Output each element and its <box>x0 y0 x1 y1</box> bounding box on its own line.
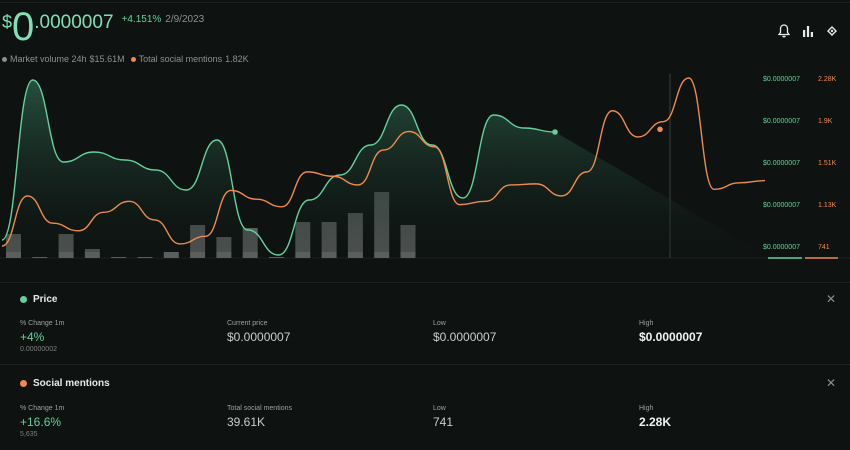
currency-symbol: $ <box>2 12 13 32</box>
top-divider <box>0 2 850 3</box>
price-social-chart[interactable]: $0.0000007 $0.0000007 $0.0000007 $0.0000007… <box>0 70 850 270</box>
volume-bar <box>32 257 48 258</box>
legend-dot-social <box>130 57 136 63</box>
stat-social-low: Low 741 <box>433 405 454 429</box>
right-tick-label: 1.51K <box>818 160 837 167</box>
legend-dot-volume <box>2 57 7 63</box>
stat-current-price: Current price $0.0000007 <box>227 320 291 344</box>
price-area <box>2 80 760 255</box>
right-tick-label: 1.9K <box>818 118 833 125</box>
toolbar-icons <box>777 24 838 38</box>
price-date: 2/9/2023 <box>165 14 205 25</box>
social-dot-icon <box>20 380 27 387</box>
volume-bar <box>137 257 153 258</box>
legend-social-mentions: Total social mentions 1.82K <box>130 54 249 64</box>
left-tick-label: $0.0000007 <box>763 160 800 167</box>
legend-market-volume: Market volume 24h $15.61M <box>2 54 125 64</box>
stat-social-high: High 2.28K <box>639 405 672 429</box>
volume-bar <box>111 257 127 258</box>
right-tick-label: 741 <box>818 244 830 251</box>
price-change: +4.151% <box>121 14 162 25</box>
price-marker <box>552 129 558 135</box>
price-decimals: .0000007 <box>34 12 114 33</box>
stat-social-change: % Change 1m +16.6% 5,635 <box>20 405 65 438</box>
price-whole: 0 <box>12 5 35 49</box>
right-axis-ticks: 2.28K 1.9K 1.51K 1.13K 741 <box>818 76 837 251</box>
price-dot-icon <box>20 296 27 303</box>
stat-total-mentions: Total social mentions 39.61K <box>227 405 292 429</box>
price-panel: Price ✕ % Change 1m +4% 0.00000002 Curre… <box>0 282 850 364</box>
volume-bar <box>269 257 284 258</box>
left-tick-label: $0.0000007 <box>763 118 800 125</box>
share-icon[interactable] <box>826 24 838 38</box>
price-panel-title: Price <box>20 294 57 305</box>
close-price-button[interactable]: ✕ <box>826 292 836 306</box>
right-tick-label: 2.28K <box>818 76 837 83</box>
left-tick-label: $0.0000007 <box>763 244 800 251</box>
stat-price-low: Low $0.0000007 <box>433 320 497 344</box>
bell-icon[interactable] <box>777 24 791 38</box>
close-social-button[interactable]: ✕ <box>826 376 836 390</box>
header-legend: Market volume 24h $15.61M Total social me… <box>2 54 249 64</box>
left-tick-label: $0.0000007 <box>763 202 800 209</box>
right-tick-label: 1.13K <box>818 202 837 209</box>
bar-chart-icon[interactable] <box>802 24 814 38</box>
left-tick-label: $0.0000007 <box>763 76 800 83</box>
left-axis-ticks: $0.0000007 $0.0000007 $0.0000007 $0.0000007… <box>763 76 800 251</box>
price-display: $ 0 .0000007 +4.151% 2/9/2023 <box>2 6 204 48</box>
volume-bar <box>163 252 179 258</box>
stat-price-change: % Change 1m +4% 0.00000002 <box>20 320 65 353</box>
stat-price-high: High $0.0000007 <box>639 320 703 344</box>
header: $ 0 .0000007 +4.151% 2/9/2023 Market vol… <box>0 6 850 66</box>
social-panel-title: Social mentions <box>20 378 110 389</box>
social-panel: Social mentions ✕ % Change 1m +16.6% 5,6… <box>0 364 850 450</box>
social-marker <box>657 126 663 133</box>
